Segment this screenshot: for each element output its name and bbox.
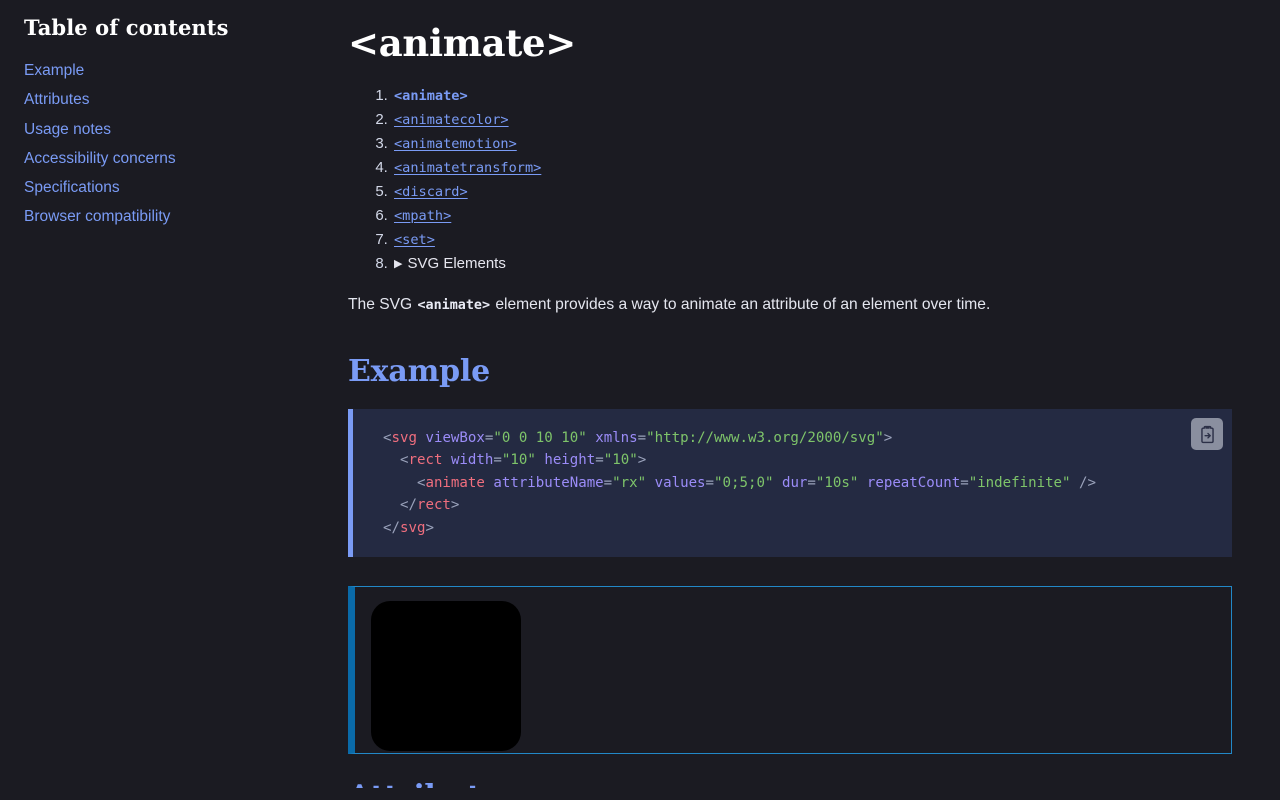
sibling-link-animate: <animate> bbox=[394, 88, 468, 104]
code-token: "rx" bbox=[612, 474, 647, 491]
code-token: = bbox=[595, 452, 604, 469]
page-root: Table of contents Example Attributes Usa… bbox=[0, 0, 1280, 800]
sibling-link-set[interactable]: <set> bbox=[394, 232, 435, 248]
list-item: <animatemotion> bbox=[392, 132, 1256, 156]
sibling-link-animatecolor[interactable]: <animatecolor> bbox=[394, 112, 509, 128]
intro-paragraph: The SVG <animate> element provides a way… bbox=[348, 292, 1256, 318]
code-content[interactable]: <svg viewBox="0 0 10 10" xmlns="http://w… bbox=[383, 427, 1212, 539]
sibling-link-animatetransform[interactable]: <animatetransform> bbox=[394, 160, 541, 176]
list-item: <animatecolor> bbox=[392, 108, 1256, 132]
code-block: <svg viewBox="0 0 10 10" xmlns="http://w… bbox=[348, 409, 1232, 558]
list-item: <mpath> bbox=[392, 204, 1256, 228]
code-token: = bbox=[493, 452, 502, 469]
section-heading-example: Example bbox=[348, 354, 490, 389]
code-token: = bbox=[637, 430, 647, 446]
code-token: </ bbox=[383, 519, 400, 536]
clipboard-copy-icon bbox=[1200, 425, 1214, 443]
sibling-link-animatemotion[interactable]: <animatemotion> bbox=[394, 136, 517, 152]
intro-text-after: element provides a way to animate an att… bbox=[491, 296, 991, 313]
code-token: = bbox=[807, 474, 816, 491]
preview-content bbox=[355, 587, 1231, 752]
code-token: > bbox=[883, 430, 893, 446]
copy-to-clipboard-button[interactable] bbox=[1191, 418, 1223, 450]
code-token: /> bbox=[1070, 474, 1096, 491]
main-content: <animate> <animate> <animatecolor> <anim… bbox=[344, 0, 1280, 788]
code-token: height bbox=[544, 452, 596, 469]
sibling-element-list: <animate> <animatecolor> <animatemotion>… bbox=[348, 84, 1256, 276]
sidebar-item-attributes[interactable]: Attributes bbox=[24, 85, 344, 114]
chevron-right-icon[interactable]: ▶ bbox=[394, 252, 402, 276]
code-token: "http://www.w3.org/2000/svg" bbox=[646, 430, 884, 446]
code-token: "10" bbox=[501, 452, 536, 469]
code-token: > bbox=[425, 519, 434, 536]
code-token: rect bbox=[408, 452, 443, 469]
table-of-contents-sidebar: Table of contents Example Attributes Usa… bbox=[0, 0, 344, 232]
code-token: attributeName bbox=[493, 474, 604, 491]
list-item: <set> bbox=[392, 228, 1256, 252]
code-token: dur bbox=[781, 474, 808, 491]
code-token: values bbox=[654, 474, 706, 491]
code-token: animate bbox=[425, 474, 485, 491]
code-token: viewBox bbox=[425, 430, 485, 446]
page-title: <animate> bbox=[348, 21, 576, 65]
code-token: = bbox=[603, 474, 613, 491]
example-preview-frame[interactable] bbox=[348, 586, 1232, 755]
code-token: </ bbox=[399, 497, 417, 514]
sidebar-item-example[interactable]: Example bbox=[24, 56, 344, 85]
sidebar-item-browser-compatibility[interactable]: Browser compatibility bbox=[24, 202, 344, 231]
sidebar-item-usage-notes[interactable]: Usage notes bbox=[24, 115, 344, 144]
code-token: "indefinite" bbox=[968, 474, 1071, 491]
code-token: > bbox=[637, 452, 647, 469]
code-token: svg bbox=[399, 519, 426, 536]
toc-list: Example Attributes Usage notes Accessibi… bbox=[24, 56, 344, 232]
code-token: < bbox=[383, 430, 392, 446]
code-token: width bbox=[450, 452, 494, 469]
code-token: repeatCount bbox=[866, 474, 961, 491]
code-token: "0;5;0" bbox=[714, 474, 774, 491]
svg-elements-disclosure-group[interactable]: ▶ SVG Elements bbox=[394, 255, 506, 272]
list-item: <animate> bbox=[392, 84, 1256, 108]
sibling-link-mpath[interactable]: <mpath> bbox=[394, 208, 451, 224]
intro-text-before: The SVG bbox=[348, 296, 417, 313]
code-token: svg bbox=[391, 430, 417, 446]
sidebar-item-specifications[interactable]: Specifications bbox=[24, 173, 344, 202]
list-item: ▶ SVG Elements bbox=[392, 252, 1256, 276]
section-heading-attributes: Attributes bbox=[348, 778, 1256, 788]
toc-title: Table of contents bbox=[24, 15, 229, 40]
code-token: "10s" bbox=[815, 474, 859, 491]
code-token: > bbox=[450, 497, 460, 514]
sidebar-item-accessibility-concerns[interactable]: Accessibility concerns bbox=[24, 144, 344, 173]
code-token: "10" bbox=[603, 452, 638, 469]
list-item: <discard> bbox=[392, 180, 1256, 204]
code-token: = bbox=[960, 474, 969, 491]
intro-inline-code: <animate> bbox=[417, 298, 491, 313]
code-token: "0 0 10 10" bbox=[493, 430, 587, 446]
animated-rect-shape bbox=[371, 601, 521, 752]
sibling-link-discard[interactable]: <discard> bbox=[394, 184, 468, 200]
code-token: rect bbox=[416, 497, 451, 514]
list-item: <animatetransform> bbox=[392, 156, 1256, 180]
svg-elements-label: SVG Elements bbox=[407, 255, 506, 272]
code-token: xmlns bbox=[595, 430, 638, 446]
code-token: = bbox=[705, 474, 715, 491]
